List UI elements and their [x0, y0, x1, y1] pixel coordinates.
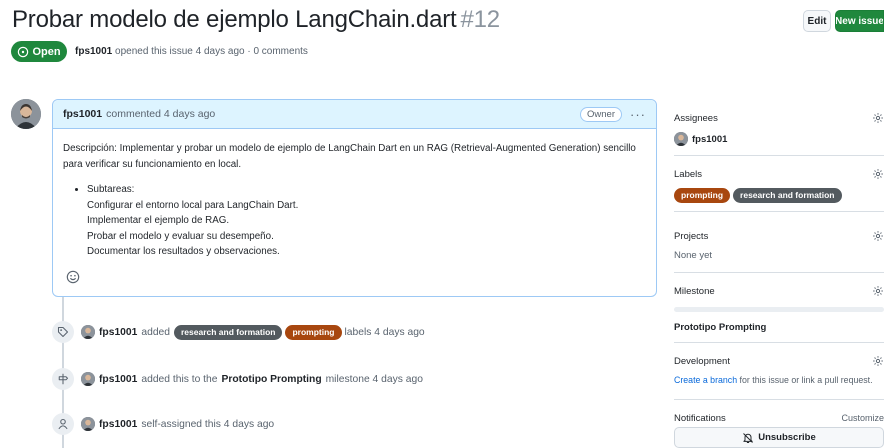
sidebar-notifications: Notifications Customize: [674, 411, 884, 425]
milestone-progress-bar: [674, 307, 884, 312]
avatar[interactable]: [81, 325, 95, 339]
gear-icon[interactable]: [872, 112, 884, 124]
add-reaction-button[interactable]: [63, 267, 83, 287]
event-text: added this to the: [141, 373, 218, 385]
comment-body: Descripción: Implementar y probar un mod…: [53, 129, 656, 260]
milestone-link[interactable]: Prototipo Prompting: [222, 374, 322, 385]
sidebar-section-title: Milestone: [674, 285, 715, 297]
issue-meta-text: opened this issue 4 days ago · 0 comment…: [115, 46, 308, 57]
subtask-item: Implementar el ejemplo de RAG.: [87, 215, 230, 226]
avatar[interactable]: [11, 99, 41, 129]
subtask-item: Probar el modelo y evaluar su desempeño.: [87, 230, 274, 242]
issue-open-icon: [18, 46, 29, 57]
timeline-event-milestone: fps1001 added this to the Prototipo Prom…: [52, 368, 423, 390]
issue-title: Probar modelo de ejemplo LangChain.dart #…: [12, 6, 500, 34]
assignee-link[interactable]: fps1001: [692, 134, 727, 145]
label-prompting[interactable]: prompting: [674, 188, 731, 203]
customize-link[interactable]: Customize: [841, 413, 884, 423]
comment-box: fps1001 commented 4 days ago Owner ··· D…: [52, 99, 657, 297]
subtask-list: Subtareas: Configurar el entorno local p…: [63, 182, 646, 260]
sidebar-assignees: Assignees fps1001: [674, 111, 884, 146]
event-actor-link[interactable]: fps1001: [99, 374, 137, 385]
new-issue-button[interactable]: New issue: [835, 10, 884, 32]
sidebar-section-title: Notifications: [674, 412, 726, 424]
unsubscribe-label: Unsubscribe: [758, 432, 816, 443]
event-actor-link[interactable]: fps1001: [99, 419, 137, 430]
sidebar-milestone: Milestone Prototipo Prompting: [674, 284, 884, 333]
list-item: Subtareas: Configurar el entorno local p…: [87, 182, 646, 260]
sidebar-section-title: Assignees: [674, 112, 718, 124]
gear-icon[interactable]: [872, 355, 884, 367]
sidebar-labels: Labels prompting research and formation: [674, 167, 884, 203]
subtask-item: Documentar los resultados y observacione…: [87, 246, 280, 257]
smiley-icon: [66, 270, 80, 284]
sidebar-development: Development Create a branch for this iss…: [674, 354, 884, 385]
sidebar-divider: [674, 399, 884, 400]
sidebar-divider: [674, 272, 884, 273]
timeline-event-assigned: fps1001 self-assigned this 4 days ago: [52, 413, 274, 435]
issue-number: #12: [460, 6, 501, 33]
comment-description: Descripción: Implementar y probar un mod…: [63, 143, 636, 170]
event-time[interactable]: labels 4 days ago: [345, 327, 425, 338]
owner-badge: Owner: [580, 106, 622, 122]
sidebar-divider: [674, 211, 884, 212]
issue-title-text: Probar modelo de ejemplo LangChain.dart: [12, 6, 457, 33]
comment-time[interactable]: commented 4 days ago: [106, 108, 215, 120]
sidebar-section-title: Labels: [674, 168, 702, 180]
subtask-item: Configurar el entorno local para LangCha…: [87, 199, 299, 211]
issue-meta: fps1001 opened this issue 4 days ago · 0…: [75, 46, 308, 57]
gear-icon[interactable]: [872, 168, 884, 180]
avatar[interactable]: [674, 132, 688, 146]
sidebar-divider: [674, 342, 884, 343]
event-actor-link[interactable]: fps1001: [99, 327, 137, 338]
event-text: self-assigned this 4 days ago: [141, 418, 275, 430]
sidebar-divider: [674, 155, 884, 156]
event-time[interactable]: milestone 4 days ago: [326, 374, 423, 385]
subtask-heading: Subtareas:: [87, 184, 135, 195]
gear-icon[interactable]: [872, 285, 884, 297]
unsubscribe-button[interactable]: Unsubscribe: [674, 427, 884, 448]
timeline-event-labels: fps1001 added research and formation pro…: [52, 321, 425, 343]
development-text: for this issue or link a pull request.: [739, 375, 873, 385]
avatar[interactable]: [81, 372, 95, 386]
sidebar-section-title: Projects: [674, 230, 709, 242]
milestone-icon: [52, 368, 74, 390]
issue-author-link[interactable]: fps1001: [75, 46, 112, 57]
bell-slash-icon: [743, 432, 754, 443]
create-branch-link[interactable]: Create a branch: [674, 375, 737, 385]
label-prompting[interactable]: prompting: [285, 324, 342, 340]
label-research-and-formation[interactable]: research and formation: [733, 188, 842, 203]
kebab-menu-icon[interactable]: ···: [630, 107, 646, 122]
label-research-and-formation[interactable]: research and formation: [174, 324, 283, 340]
comment-header: fps1001 commented 4 days ago Owner ···: [53, 100, 656, 129]
sidebar-section-title: Development: [674, 355, 730, 367]
sidebar-projects: Projects None yet: [674, 229, 884, 261]
milestone-link[interactable]: Prototipo Prompting: [674, 322, 766, 333]
comment-author-link[interactable]: fps1001: [63, 108, 102, 120]
person-icon: [52, 413, 74, 435]
projects-value: None yet: [674, 250, 713, 261]
event-text: added: [141, 326, 170, 338]
status-badge: Open: [11, 41, 67, 62]
gear-icon[interactable]: [872, 230, 884, 242]
tag-icon: [52, 321, 74, 343]
edit-button[interactable]: Edit: [803, 10, 831, 32]
avatar[interactable]: [81, 417, 95, 431]
status-text: Open: [32, 45, 61, 58]
